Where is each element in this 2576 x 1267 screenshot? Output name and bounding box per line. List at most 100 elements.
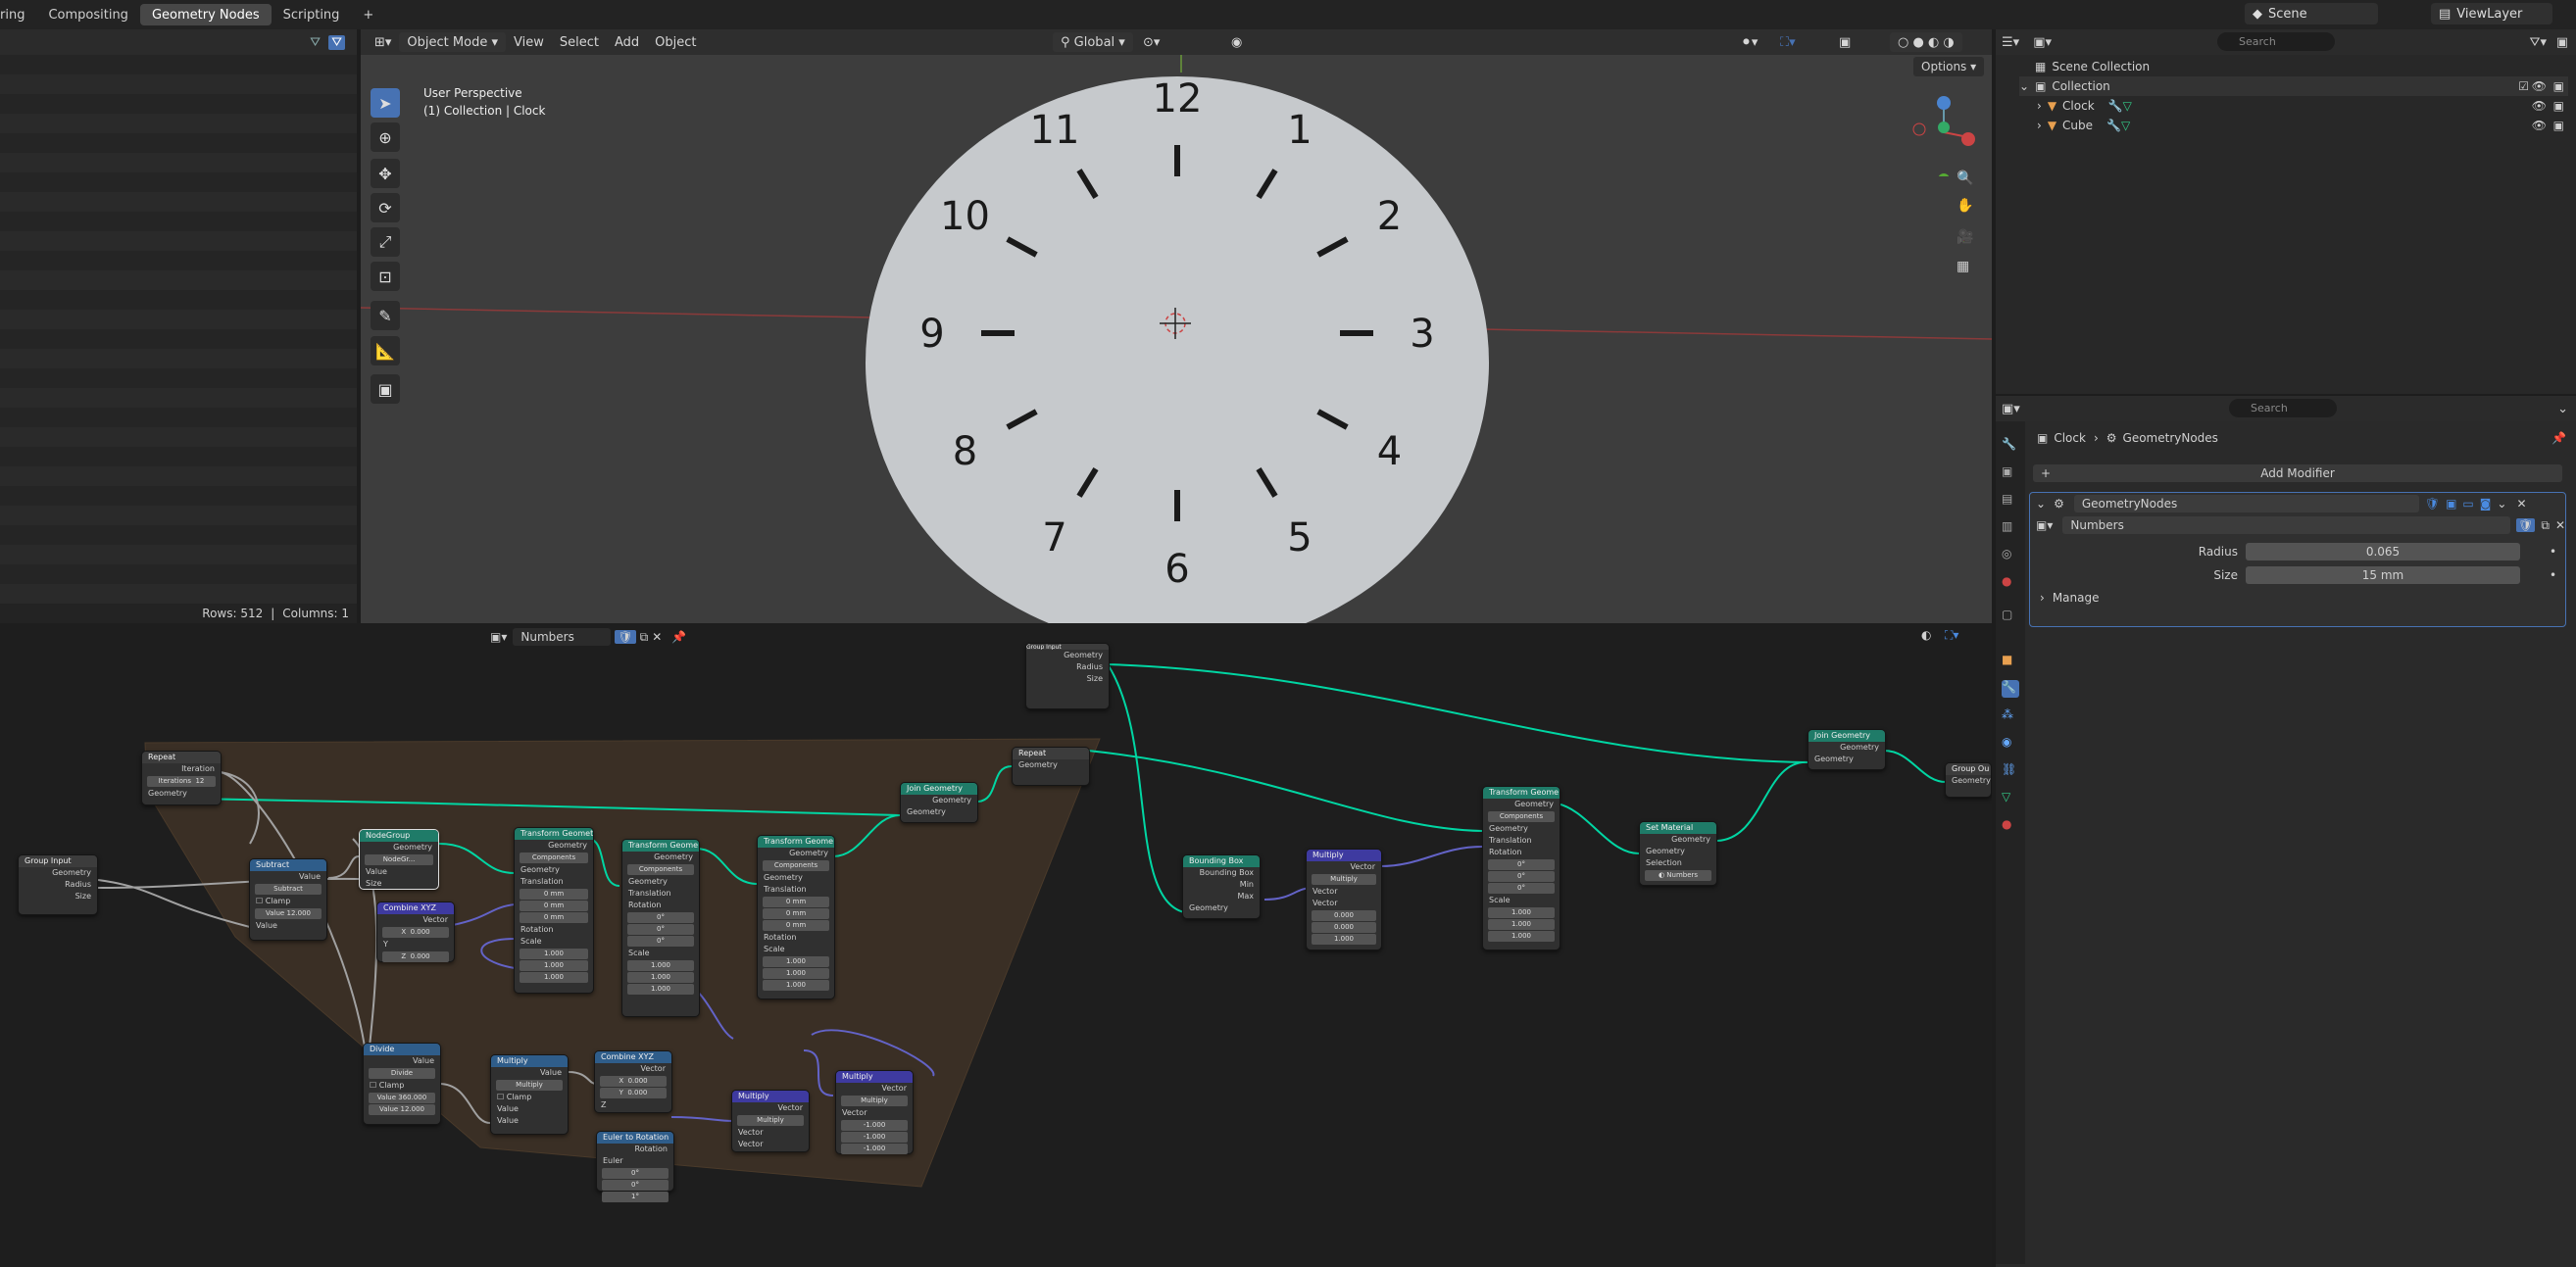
z-field[interactable]: Z 0.000	[382, 951, 449, 962]
scale-x-field[interactable]: 1.000	[1488, 907, 1555, 918]
data-tab-icon[interactable]: ▽	[2002, 790, 2019, 807]
scale-x-field[interactable]: 1.000	[627, 960, 694, 971]
vector-y-field[interactable]: -1.000	[841, 1132, 908, 1143]
clamp-checkbox[interactable]: ☐ Clamp	[250, 896, 326, 907]
world-tab-icon[interactable]: ●	[2002, 574, 2019, 592]
grid-view-icon[interactable]: ▦	[1957, 259, 1969, 274]
cursor-tool-icon[interactable]: ⊕	[371, 122, 400, 152]
scene-tab-icon[interactable]: ◎	[2002, 547, 2019, 564]
translation-y-field[interactable]: 0 mm	[520, 901, 588, 911]
node-vector-multiply[interactable]: Multiply Vector Multiply Vector Vector 0…	[1306, 849, 1382, 950]
node-subtract[interactable]: Subtract Value Subtract ☐ Clamp Value 12…	[249, 858, 327, 941]
node-combine-xyz[interactable]: Combine XYZ Vector X 0.000 Y 0.000 Z	[594, 1050, 672, 1113]
view-layer-selector[interactable]: ▤ ViewLayer	[2431, 3, 2552, 24]
scale-z-field[interactable]: 1.000	[763, 980, 829, 991]
scale-y-field[interactable]: 1.000	[763, 968, 829, 979]
rotation-x-field[interactable]: 0°	[1488, 859, 1555, 870]
mode-dropdown[interactable]: Components	[520, 853, 588, 863]
tab-ring[interactable]: ring	[0, 4, 36, 25]
new-collection-icon[interactable]: ▣	[2556, 35, 2568, 50]
value-field[interactable]: Value 360.000	[369, 1093, 435, 1103]
vector-x-field[interactable]: -1.000	[841, 1120, 908, 1131]
filter-active-icon[interactable]: ⛛	[328, 34, 345, 50]
node-join-geometry[interactable]: Join Geometry Geometry Geometry	[1808, 729, 1886, 770]
pan-hand-icon[interactable]: ✋	[1957, 198, 1973, 214]
radius-field[interactable]: 0.065	[2246, 543, 2520, 560]
rotation-z-field[interactable]: 0°	[1488, 883, 1555, 894]
rotation-y-field[interactable]: 0°	[627, 924, 694, 935]
clamp-checkbox[interactable]: ☐ Clamp	[491, 1092, 568, 1103]
node-nodegroup[interactable]: NodeGroup Geometry NodeGr... Value Size	[359, 829, 439, 890]
properties-search-input[interactable]: Search	[2229, 399, 2337, 417]
outliner-type-icon[interactable]: ☰▾	[2002, 35, 2019, 50]
node-bounding-box[interactable]: Bounding Box Bounding Box Min Max Geomet…	[1182, 854, 1261, 919]
output-tab-icon[interactable]: ▤	[2002, 492, 2019, 510]
filter-icon[interactable]: ⛛	[310, 35, 321, 50]
dropdown-icon[interactable]: ⌄	[2497, 497, 2506, 511]
size-field[interactable]: 15 mm	[2246, 566, 2520, 584]
node-transform-geometry[interactable]: Transform Geome... Geometry Components G…	[1482, 786, 1560, 950]
vector-z-field[interactable]: 1.000	[1312, 934, 1376, 945]
chevron-down-icon[interactable]: ⌄	[2557, 402, 2568, 416]
render-icon[interactable]: ◙	[2480, 497, 2492, 511]
vector-y-field[interactable]: 0.000	[1312, 922, 1376, 933]
rotation-y-field[interactable]: 0°	[1488, 871, 1555, 882]
physics-tab-icon[interactable]: ◉	[2002, 735, 2019, 753]
euler-x-field[interactable]: 0°	[602, 1168, 669, 1179]
node-vector-multiply[interactable]: Multiply Vector Multiply Vector -1.000 -…	[835, 1070, 914, 1154]
modifier-name-field[interactable]: GeometryNodes	[2073, 495, 2419, 512]
add-cube-tool-icon[interactable]: ▣	[371, 374, 400, 404]
operation-dropdown[interactable]: Subtract	[255, 884, 322, 895]
properties-type-icon[interactable]: ▣▾	[2002, 402, 2020, 416]
keyframe-dot-icon[interactable]: •	[2550, 568, 2556, 582]
checkbox-icon[interactable]: ☑	[2518, 79, 2529, 93]
constraints-tab-icon[interactable]: ⛓	[2002, 762, 2019, 780]
3d-viewport[interactable]: ⊞▾ Object Mode ▾ View Select Add Object …	[361, 29, 1992, 623]
transform-tool-icon[interactable]: ⊡	[371, 262, 400, 291]
chevron-right-icon[interactable]: ›	[2037, 119, 2042, 132]
filter-icon[interactable]: ⛛▾	[2530, 35, 2547, 50]
node-repeat-output[interactable]: Repeat Geometry	[1012, 747, 1090, 786]
euler-y-field[interactable]: 0°	[602, 1180, 669, 1191]
iterations-field[interactable]: Iterations 12	[147, 776, 216, 787]
operation-dropdown[interactable]: Multiply	[841, 1096, 908, 1106]
node-group-output[interactable]: Group Ou Geometry	[1945, 762, 1992, 798]
object-tab-icon[interactable]: ■	[2002, 653, 2019, 670]
node-transform-geometry[interactable]: Transform Geome... Geometry Components G…	[757, 835, 835, 999]
modifier-tab-icon[interactable]: 🔧	[2002, 680, 2019, 698]
translation-z-field[interactable]: 0 mm	[763, 920, 829, 931]
scale-y-field[interactable]: 1.000	[1488, 919, 1555, 930]
collection-tab-icon[interactable]: ▢	[2002, 608, 2019, 625]
rotation-x-field[interactable]: 0°	[627, 912, 694, 923]
scale-z-field[interactable]: 1.000	[1488, 931, 1555, 942]
value-field[interactable]: Value 12.000	[255, 908, 322, 919]
euler-z-field[interactable]: 1°	[602, 1192, 669, 1202]
node-combine-xyz[interactable]: Combine XYZ Vector X 0.000 Y Z 0.000	[376, 902, 455, 962]
material-tab-icon[interactable]: ●	[2002, 817, 2019, 835]
camera-icon[interactable]: ▣	[2553, 99, 2564, 113]
value-field[interactable]: Value 12.000	[369, 1104, 435, 1115]
unlink-icon[interactable]: ✕	[2555, 518, 2565, 532]
mode-dropdown[interactable]: Components	[627, 864, 694, 875]
chevron-right-icon[interactable]: ›	[2037, 99, 2042, 113]
vector-z-field[interactable]: -1.000	[841, 1144, 908, 1154]
render-tab-icon[interactable]: ▣	[2002, 464, 2019, 482]
add-workspace-button[interactable]: +	[351, 4, 385, 25]
rotate-tool-icon[interactable]: ⟳	[371, 193, 400, 222]
tool-tab-icon[interactable]: 🔧	[2002, 437, 2019, 455]
mode-dropdown[interactable]: Components	[1488, 811, 1555, 822]
camera-icon[interactable]: 🎥	[1957, 229, 1973, 245]
translation-y-field[interactable]: 0 mm	[763, 908, 829, 919]
node-transform-geometry[interactable]: Transform Geometry Geometry Components G…	[514, 827, 594, 994]
move-tool-icon[interactable]: ✥	[371, 159, 400, 188]
options-button[interactable]: Options ▾	[1913, 57, 1985, 76]
operation-dropdown[interactable]: Multiply	[737, 1115, 804, 1126]
camera-icon[interactable]: ▣	[2553, 79, 2564, 93]
view-layer-tab-icon[interactable]: ▥	[2002, 519, 2019, 537]
node-group-selector[interactable]: NodeGr...	[365, 854, 433, 865]
node-repeat-input[interactable]: Repeat Iteration Iterations 12 Geometry	[141, 751, 222, 805]
tab-geometry-nodes[interactable]: Geometry Nodes	[139, 4, 272, 25]
operation-dropdown[interactable]: Multiply	[496, 1080, 563, 1091]
node-set-material[interactable]: Set Material Geometry Geometry Selection…	[1639, 821, 1717, 886]
manage-panel[interactable]: › Manage	[2030, 587, 2565, 609]
